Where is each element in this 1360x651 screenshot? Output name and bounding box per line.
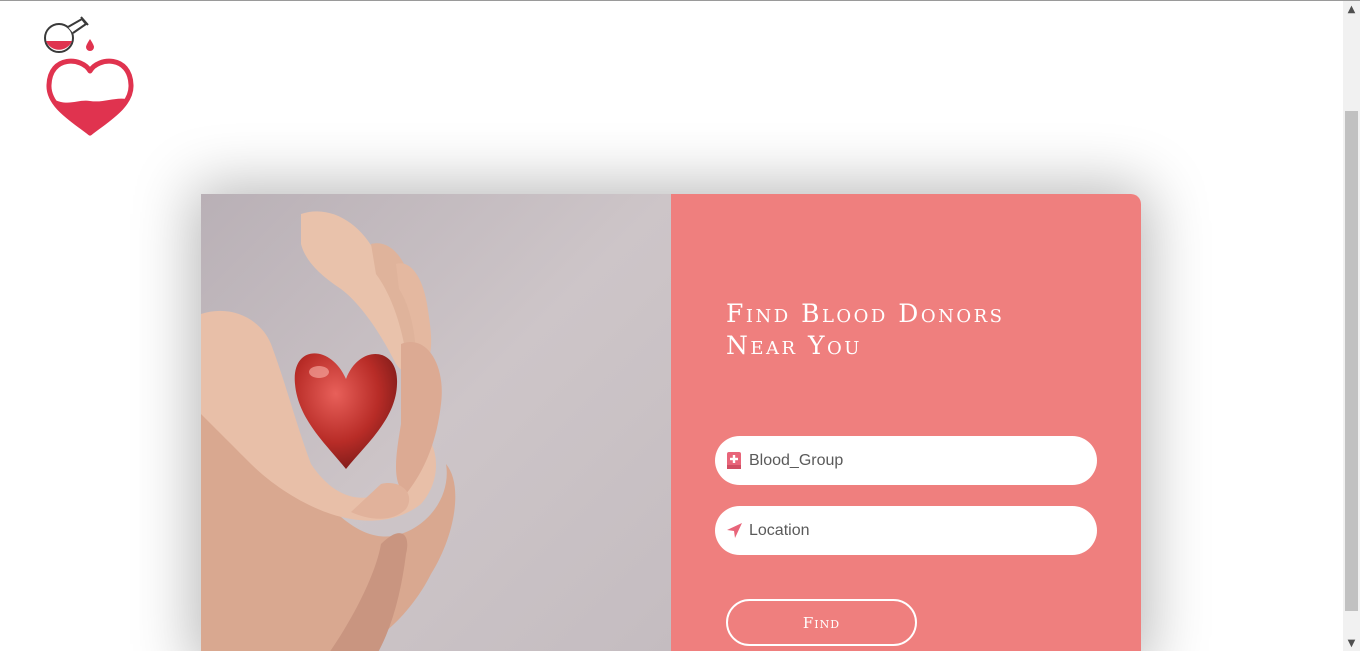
panel-title: Find Blood Donors Near You <box>726 299 1005 360</box>
blood-donation-logo[interactable] <box>42 15 138 139</box>
scroll-thumb[interactable] <box>1345 111 1358 611</box>
vertical-scrollbar[interactable]: ▲ ▼ <box>1343 1 1360 651</box>
heart-flask-logo-icon <box>44 16 134 136</box>
search-panel: Find Blood Donors Near You Blood_Group L… <box>671 194 1141 651</box>
blood-group-input[interactable] <box>749 451 1069 470</box>
location-arrow-icon <box>725 522 743 540</box>
hands-holding-heart-image <box>201 194 671 651</box>
location-input[interactable] <box>749 521 1069 540</box>
location-field[interactable] <box>715 506 1097 555</box>
donor-search-card: Find Blood Donors Near You Blood_Group L… <box>201 194 1141 651</box>
scroll-up-arrow-icon[interactable]: ▲ <box>1343 1 1360 18</box>
scroll-down-arrow-icon[interactable]: ▼ <box>1343 635 1360 651</box>
blood-group-field[interactable] <box>715 436 1097 485</box>
medical-book-icon <box>725 452 743 470</box>
hands-heart-illustration <box>201 194 671 651</box>
page: Find Blood Donors Near You Blood_Group L… <box>0 0 1360 651</box>
find-button[interactable]: Find <box>726 599 917 646</box>
